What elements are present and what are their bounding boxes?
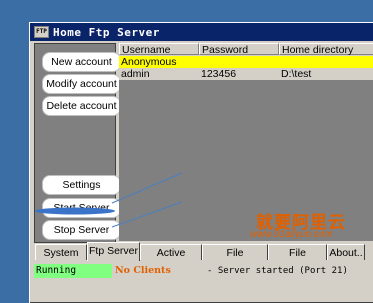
watermark-url: www.91aliyun.com <box>250 229 333 240</box>
annotation-line <box>111 172 183 204</box>
annotation-overlay <box>35 172 183 228</box>
annotation-line <box>111 201 183 228</box>
highlight-underline <box>35 207 115 215</box>
